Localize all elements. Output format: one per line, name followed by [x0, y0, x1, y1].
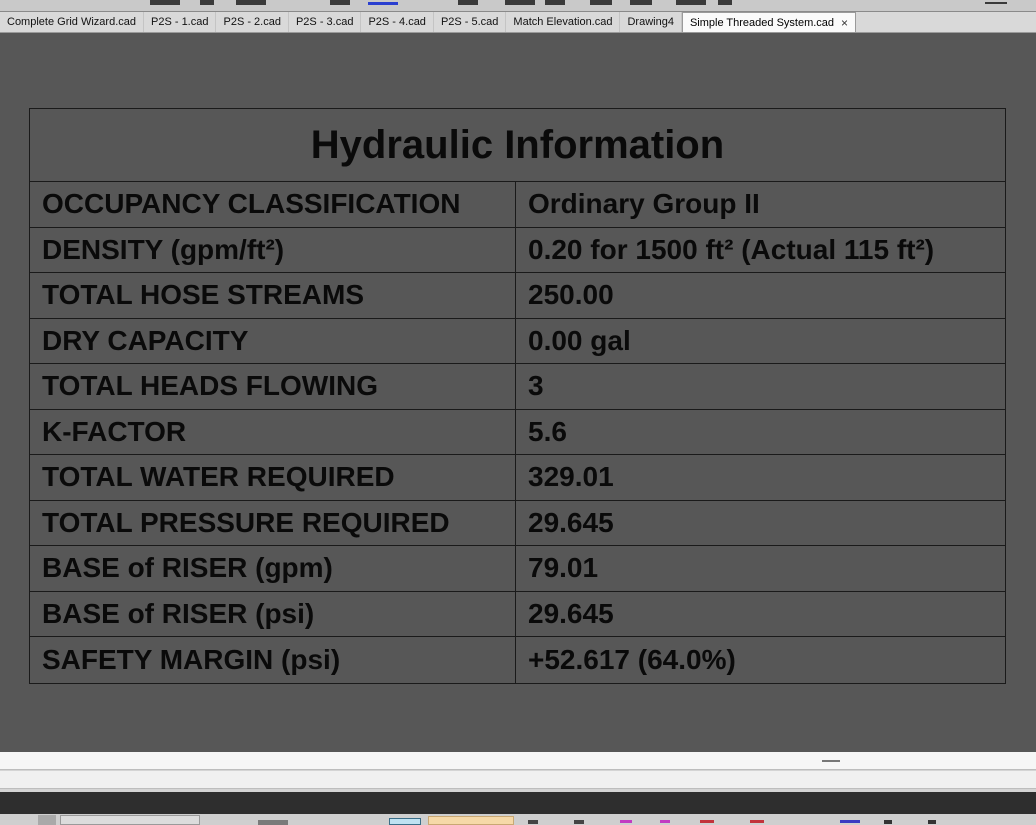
coordinate-field: [60, 815, 200, 825]
tab-simple-threaded-system[interactable]: Simple Threaded System.cad ×: [681, 12, 857, 32]
tab-p2s-5[interactable]: P2S - 5.cad: [434, 12, 507, 32]
status-indicator: [660, 820, 670, 823]
toolbar-icon[interactable]: [236, 0, 266, 5]
toolbar-icon[interactable]: [545, 0, 565, 5]
row-value: 79.01: [528, 552, 599, 584]
toolbar-strip: [0, 0, 1036, 12]
row-label: BASE of RISER (psi): [30, 591, 516, 636]
status-toggle[interactable]: [389, 818, 421, 825]
table-row: SAFETY MARGIN (psi) +52.617 (64.0%): [30, 637, 1005, 683]
tab-complete-grid-wizard[interactable]: Complete Grid Wizard.cad: [0, 12, 144, 32]
tab-p2s-3[interactable]: P2S - 3.cad: [289, 12, 362, 32]
row-label: TOTAL HEADS FLOWING: [30, 364, 516, 409]
status-toggle[interactable]: [38, 815, 56, 825]
toolbar-icon[interactable]: [200, 0, 214, 5]
close-icon[interactable]: ×: [841, 16, 848, 30]
tab-drawing4[interactable]: Drawing4: [620, 12, 682, 32]
command-history-line: [0, 752, 1036, 770]
status-toggle[interactable]: [258, 820, 288, 825]
toolbar-icon[interactable]: [330, 0, 350, 5]
row-label: OCCUPANCY CLASSIFICATION: [30, 182, 516, 227]
layout-tab-bar: [0, 792, 1036, 814]
row-value: Ordinary Group II: [528, 188, 760, 220]
row-value: +52.617 (64.0%): [528, 643, 736, 675]
row-value: 5.6: [528, 415, 567, 447]
command-panel: [0, 752, 1036, 792]
toolbar-icon[interactable]: [505, 0, 535, 5]
status-toggle[interactable]: [928, 820, 936, 824]
table-row: BASE of RISER (psi) 29.645: [30, 591, 1005, 637]
tab-p2s-2[interactable]: P2S - 2.cad: [216, 12, 289, 32]
row-label: DENSITY (gpm/ft²): [30, 227, 516, 272]
row-label: TOTAL HOSE STREAMS: [30, 273, 516, 318]
row-value: 3: [528, 370, 544, 402]
row-value: 29.645: [528, 506, 614, 538]
table-row: DRY CAPACITY 0.00 gal: [30, 318, 1005, 364]
table-row: DENSITY (gpm/ft²) 0.20 for 1500 ft² (Act…: [30, 227, 1005, 273]
table-title: Hydraulic Information: [30, 109, 1005, 182]
toolbar-icon[interactable]: [458, 0, 478, 5]
tab-label: Simple Threaded System.cad: [689, 16, 835, 29]
tab-p2s-1[interactable]: P2S - 1.cad: [144, 12, 217, 32]
hydraulic-information-table: Hydraulic Information OCCUPANCY CLASSIFI…: [29, 108, 1006, 684]
row-value: 29.645: [528, 597, 614, 629]
toolbar-icon[interactable]: [590, 0, 612, 5]
row-value: 250.00: [528, 279, 614, 311]
status-toggle[interactable]: [884, 820, 892, 824]
drawing-canvas[interactable]: Hydraulic Information OCCUPANCY CLASSIFI…: [0, 33, 1036, 752]
status-indicator: [750, 820, 764, 823]
table-row: TOTAL PRESSURE REQUIRED 29.645: [30, 500, 1005, 546]
tab-p2s-4[interactable]: P2S - 4.cad: [361, 12, 434, 32]
table-row: TOTAL HEADS FLOWING 3: [30, 364, 1005, 410]
toolbar-icon[interactable]: [630, 0, 652, 5]
row-label: TOTAL WATER REQUIRED: [30, 455, 516, 500]
toolbar-icon[interactable]: [368, 2, 398, 5]
table-row: BASE of RISER (gpm) 79.01: [30, 546, 1005, 592]
table-row: TOTAL HOSE STREAMS 250.00: [30, 273, 1005, 319]
row-label: SAFETY MARGIN (psi): [30, 637, 516, 683]
tab-match-elevation[interactable]: Match Elevation.cad: [506, 12, 621, 32]
row-label: DRY CAPACITY: [30, 318, 516, 363]
row-value: 0.00 gal: [528, 324, 631, 356]
status-toggle-active[interactable]: [428, 816, 514, 825]
status-indicator: [700, 820, 714, 823]
toolbar-icon[interactable]: [985, 2, 1007, 4]
table-row: K-FACTOR 5.6: [30, 409, 1005, 455]
toolbar-icon[interactable]: [676, 0, 706, 5]
row-value: 329.01: [528, 461, 614, 493]
status-toggle[interactable]: [528, 820, 538, 824]
row-label: BASE of RISER (gpm): [30, 546, 516, 591]
status-indicator: [840, 820, 860, 823]
resize-grip-icon[interactable]: [822, 760, 840, 762]
row-value: 0.20 for 1500 ft² (Actual 115 ft²): [528, 233, 935, 265]
status-toggle[interactable]: [574, 820, 584, 824]
table-row: OCCUPANCY CLASSIFICATION Ordinary Group …: [30, 182, 1005, 228]
status-bar: [0, 814, 1036, 825]
command-input-line[interactable]: [0, 771, 1036, 789]
row-label: K-FACTOR: [30, 409, 516, 454]
toolbar-icon[interactable]: [718, 0, 732, 5]
status-indicator: [620, 820, 632, 823]
document-tab-bar: Complete Grid Wizard.cad P2S - 1.cad P2S…: [0, 12, 1036, 33]
toolbar-icon[interactable]: [150, 0, 180, 5]
row-label: TOTAL PRESSURE REQUIRED: [30, 500, 516, 545]
table-row: TOTAL WATER REQUIRED 329.01: [30, 455, 1005, 501]
